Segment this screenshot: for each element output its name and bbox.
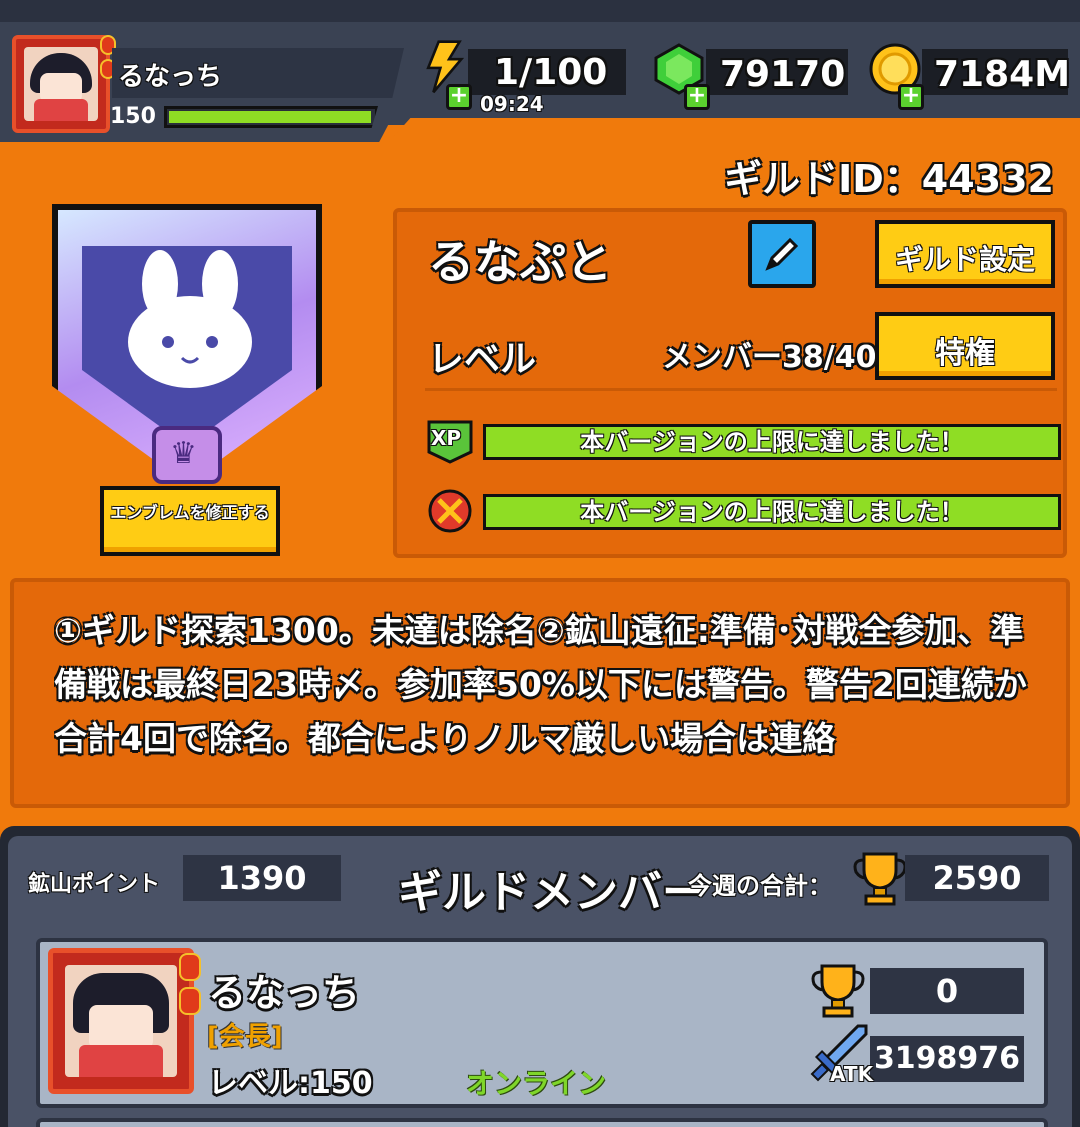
guild-members-title: ギルドメンバー: [398, 867, 706, 918]
member-level: レベル:150: [208, 1066, 373, 1101]
energy-timer: 09:24: [480, 92, 544, 116]
guild-emblem: ♛: [40, 198, 330, 498]
member-status: オンライン: [466, 1067, 607, 1100]
edit-guild-name-button[interactable]: [748, 220, 816, 288]
guild-member-count: メンバー38/40: [662, 340, 877, 375]
top-stripe: [0, 0, 1080, 22]
player-avatar[interactable]: [12, 35, 116, 133]
player-name: るなっち: [118, 62, 223, 92]
guild-settings-button[interactable]: ギルド設定: [875, 220, 1055, 288]
guild-xp-bar: 本バージョンの上限に達しました！: [483, 424, 1061, 460]
pickaxe-icon: [428, 489, 472, 533]
lantern-icon: [179, 953, 201, 981]
weekly-total-label: 今週の合計：: [688, 872, 832, 900]
member-role: [会長]: [207, 1022, 283, 1052]
crown-icon: ♛: [170, 436, 197, 471]
guild-description: ①ギルド探索1300。未達は除名②鉱山遠征:準備･対戦全参加、準備戦は最終日23…: [54, 611, 1027, 758]
gem-value: 79170: [720, 54, 846, 95]
player-xp-bar: [164, 106, 378, 128]
atk-label: ATK: [830, 1062, 874, 1086]
lantern-icon: [179, 987, 201, 1015]
gold-value: 7184M: [934, 54, 1071, 95]
player-xp-fill: [169, 111, 371, 123]
guild-id: ギルドID：44332: [724, 157, 1054, 201]
emblem-crown-badge: ♛: [152, 426, 222, 484]
rabbit-emblem-icon: [128, 250, 252, 388]
member-atk: 3198976: [870, 1036, 1024, 1082]
player-name-plate: るなっち: [112, 48, 404, 98]
trophy-icon: [853, 852, 907, 906]
trophy-icon: [811, 964, 865, 1018]
divider: [425, 388, 1057, 391]
avatar-body: [79, 1045, 163, 1077]
edit-emblem-button[interactable]: エンブレムを修正する: [100, 486, 280, 556]
add-energy-button[interactable]: +: [446, 84, 472, 110]
weekly-total-value: 2590: [905, 855, 1049, 901]
guild-xp-progress: XP 本バージョンの上限に達しました！: [425, 418, 1061, 464]
guild-description-panel[interactable]: ①ギルド探索1300。未達は除名②鉱山遠征:準備･対戦全参加、準備戦は最終日23…: [10, 578, 1070, 808]
energy-value: 1/100: [494, 52, 608, 93]
privilege-button[interactable]: 特権: [875, 312, 1055, 380]
mine-points-value: 1390: [183, 855, 341, 901]
guild-name: るなぷと: [428, 235, 612, 289]
xp-icon-label: XP: [431, 426, 462, 450]
guild-level-label: レベル: [428, 339, 537, 380]
player-avatar-portrait: [24, 47, 98, 121]
avatar-face: [89, 1005, 153, 1049]
player-level: 150: [110, 104, 156, 129]
pencil-icon: [765, 237, 799, 271]
guild-mine-bar: 本バージョンの上限に達しました！: [483, 494, 1061, 530]
member-avatar: [48, 948, 201, 1094]
member-name: るなっち: [208, 971, 361, 1015]
add-gold-button[interactable]: +: [898, 84, 924, 110]
member-avatar-portrait: [65, 965, 177, 1077]
guild-mine-progress: 本バージョンの上限に達しました！: [425, 488, 1061, 534]
mine-points-label: 鉱山ポイント: [28, 872, 161, 897]
avatar-body: [34, 99, 88, 121]
add-gems-button[interactable]: +: [684, 84, 710, 110]
member-score: 0: [870, 968, 1024, 1014]
member-row-next[interactable]: [36, 1118, 1048, 1127]
